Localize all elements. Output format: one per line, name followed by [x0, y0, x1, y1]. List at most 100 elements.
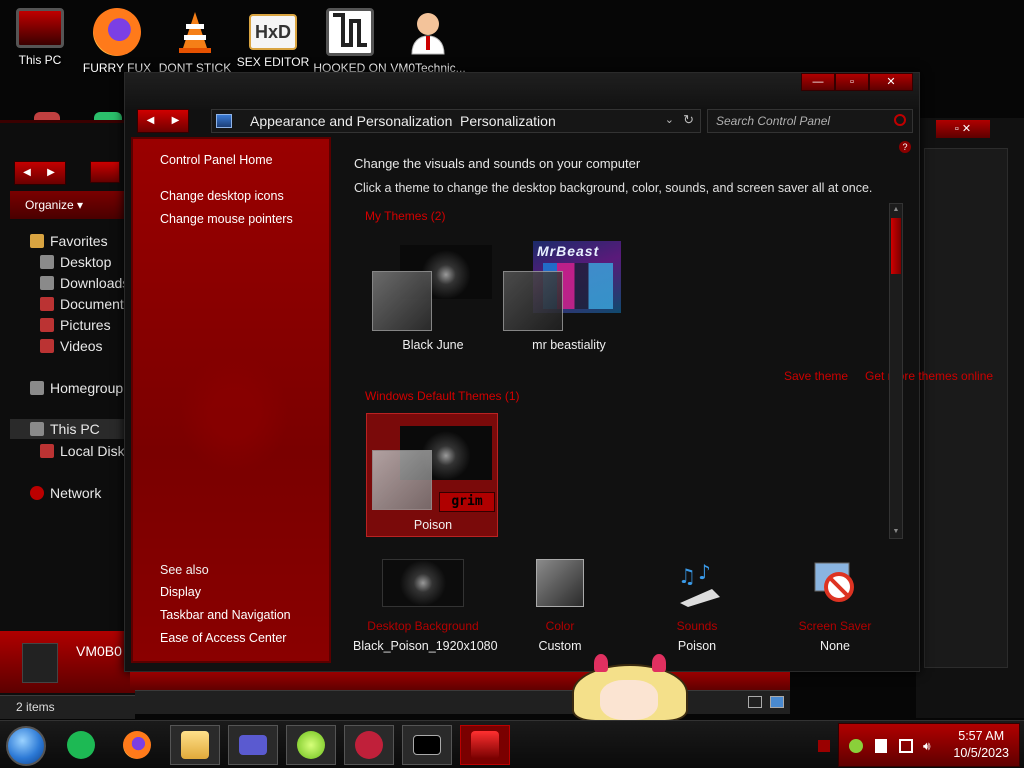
- tree-item-documents[interactable]: Documents: [40, 296, 131, 312]
- my-themes-heading: My Themes (2): [365, 209, 446, 223]
- tray-overflow-icon[interactable]: [818, 740, 830, 752]
- window-titlebar[interactable]: — ▫ ✕: [125, 73, 919, 109]
- desktop-icon-label: SEX EDITOR: [236, 55, 310, 69]
- desktop-icon-this-pc[interactable]: This PC: [2, 4, 78, 67]
- taskbar-app-chat[interactable]: [56, 725, 106, 765]
- scroll-up-icon[interactable]: ▲: [890, 204, 902, 216]
- tree-item-videos[interactable]: Videos: [40, 338, 103, 354]
- change-mouse-pointers-link[interactable]: Change mouse pointers: [160, 212, 293, 226]
- start-orb-icon[interactable]: [6, 726, 46, 766]
- sounds-option[interactable]: ♫ ♪ Sounds Poison: [627, 559, 767, 653]
- clock[interactable]: 5:57 AM 10/5/2023: [953, 728, 1009, 762]
- svg-text:♫: ♫: [678, 564, 696, 588]
- screen-saver-option[interactable]: Screen Saver None: [765, 559, 905, 653]
- theme-mr-beastiality[interactable]: MrBeast mr beastiality: [503, 235, 635, 359]
- ease-of-access-link[interactable]: Ease of Access Center: [160, 631, 286, 645]
- taskbar-app-card[interactable]: [228, 725, 278, 765]
- network-icon[interactable]: [899, 739, 913, 753]
- tree-item-label: Pictures: [60, 317, 111, 333]
- help-icon[interactable]: ?: [899, 141, 911, 153]
- tray-app-icon[interactable]: [849, 739, 863, 753]
- tree-item-homegroup[interactable]: Homegroup: [30, 380, 123, 396]
- scrollbar-thumb[interactable]: [891, 218, 901, 274]
- taskbar: 🔊︎ 5:57 AM 10/5/2023: [0, 720, 1024, 768]
- change-desktop-icons-link[interactable]: Change desktop icons: [160, 189, 284, 203]
- breadcrumb-appearance[interactable]: Appearance and Personalization: [250, 113, 452, 129]
- speaker-icon[interactable]: 🔊︎: [923, 739, 937, 753]
- save-theme-link[interactable]: Save theme: [784, 369, 848, 383]
- background-window-right[interactable]: ▫ ✕: [916, 118, 1024, 718]
- desktop-icon-vlc[interactable]: DONT STICK: [157, 4, 233, 75]
- firefox-icon: [123, 731, 151, 759]
- tree-item-network[interactable]: Network: [30, 485, 101, 501]
- devil-horn-right: [652, 654, 666, 672]
- control-panel-home-link[interactable]: Control Panel Home: [160, 153, 273, 167]
- desktop-icon-hooked-on[interactable]: HOOKED ON: [312, 4, 388, 75]
- tree-item-this-pc[interactable]: This PC: [30, 421, 100, 437]
- monitor-icon: [16, 8, 64, 48]
- downloads-folder-icon: [40, 276, 54, 290]
- themes-scrollbar[interactable]: ▲ ▼: [889, 203, 903, 539]
- wallpaper-icon: [382, 559, 464, 607]
- chevron-down-icon[interactable]: ⌄: [665, 113, 674, 126]
- taskbar-app-terminal[interactable]: [402, 725, 452, 765]
- tree-item-label: Desktop: [60, 254, 112, 270]
- technician-avatar-icon: [404, 8, 452, 56]
- theme-black-june[interactable]: Black June: [367, 235, 499, 359]
- desktop-background-option[interactable]: Desktop Background Black_Poison_1920x108…: [353, 559, 498, 653]
- alarm-clock-icon: [355, 731, 383, 759]
- flag-icon[interactable]: [875, 739, 887, 753]
- breadcrumb-personalization[interactable]: Personalization: [460, 113, 556, 129]
- close-icon[interactable]: ✕: [869, 73, 913, 91]
- explorer-bottom-bar: [135, 690, 790, 714]
- maximize-icon[interactable]: ▫: [835, 73, 869, 91]
- theme-name: Poison: [413, 518, 453, 532]
- back-arrow-icon[interactable]: ◀: [138, 110, 163, 132]
- control-panel-window[interactable]: — ▫ ✕ ◀ ▶ Appearance and Personalization …: [124, 72, 993, 672]
- forward-arrow-icon[interactable]: ▶: [163, 110, 188, 132]
- details-view-icon[interactable]: [748, 696, 762, 708]
- desktop-icon-vm0technic[interactable]: VM0Technic...: [390, 4, 466, 75]
- forward-arrow-icon[interactable]: ▶: [39, 162, 63, 184]
- folder-icon: [181, 731, 209, 759]
- tree-item-local-disk[interactable]: Local Disk: [40, 443, 125, 459]
- back-forward-buttons[interactable]: ◀ ▶: [137, 109, 189, 133]
- search-icon[interactable]: [894, 114, 906, 126]
- taskbar-app-alarm[interactable]: [344, 725, 394, 765]
- desktop-icon-hxd[interactable]: HxD SEX EDITOR: [235, 4, 311, 69]
- search-input[interactable]: [714, 112, 884, 130]
- tree-item-downloads[interactable]: Downloads: [40, 275, 129, 291]
- tree-item-label: Favorites: [50, 233, 108, 249]
- pc-thumbnail-icon: [22, 643, 58, 683]
- tree-item-favorites[interactable]: Favorites: [30, 233, 108, 249]
- videos-folder-icon: [40, 339, 54, 353]
- search-box[interactable]: [707, 109, 913, 133]
- get-more-themes-link[interactable]: Get more themes online: [865, 369, 993, 383]
- color-option[interactable]: Color Custom: [490, 559, 630, 653]
- close-icon[interactable]: ▫ ✕: [936, 120, 990, 138]
- taskbar-app-firefox[interactable]: [112, 725, 162, 765]
- desktop-icon-firefox[interactable]: FURRY FUX: [79, 4, 155, 75]
- taskbar-app-file-explorer[interactable]: [170, 725, 220, 765]
- tree-item-desktop[interactable]: Desktop: [40, 254, 111, 270]
- tree-item-pictures[interactable]: Pictures: [40, 317, 111, 333]
- scroll-down-icon[interactable]: ▼: [890, 526, 902, 538]
- explorer-bottom-frame: [130, 672, 790, 690]
- taskbar-navigation-link[interactable]: Taskbar and Navigation: [160, 608, 291, 622]
- minimize-icon[interactable]: —: [801, 73, 835, 91]
- page-subheading: Click a theme to change the desktop back…: [354, 181, 873, 195]
- organize-button[interactable]: Organize ▾: [25, 198, 83, 212]
- taskbar-app-lime[interactable]: [286, 725, 336, 765]
- refresh-icon[interactable]: ↻: [683, 112, 694, 128]
- drive-icon: [40, 444, 54, 458]
- traffic-cone-icon: [171, 8, 219, 56]
- explorer-nav-buttons[interactable]: ◀ ▶: [14, 161, 66, 185]
- display-link[interactable]: Display: [160, 585, 201, 599]
- taskbar-app-control-panel[interactable]: [460, 725, 510, 765]
- back-arrow-icon[interactable]: ◀: [15, 162, 39, 184]
- theme-poison[interactable]: grim Poison: [366, 413, 498, 537]
- theme-color-swatch: [372, 450, 432, 510]
- file-explorer-window[interactable]: ◀ ▶ Organize ▾ Favorites Desktop Download…: [0, 120, 330, 719]
- address-bar[interactable]: Appearance and Personalization Personali…: [211, 109, 701, 133]
- tiles-view-icon[interactable]: [770, 696, 784, 708]
